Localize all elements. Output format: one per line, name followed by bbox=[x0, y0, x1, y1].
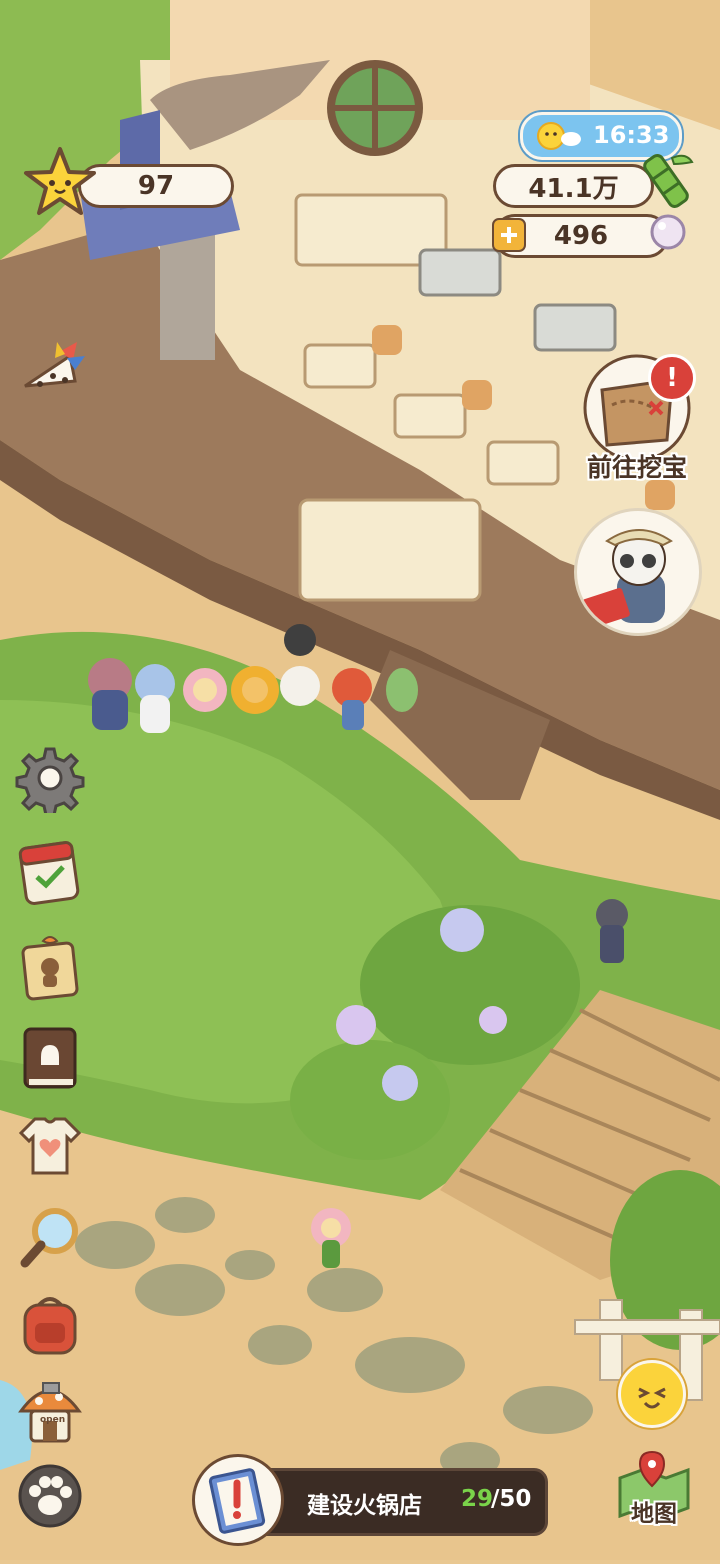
pinwheel-button[interactable] bbox=[14, 335, 86, 407]
pinwheel-icon bbox=[24, 342, 85, 388]
mushroom-shop-icon bbox=[18, 1382, 82, 1443]
wardrobe-button[interactable] bbox=[14, 1110, 86, 1182]
task-clipboard-badge[interactable] bbox=[192, 1454, 284, 1546]
treasure-hunt-button[interactable]: ! 前往挖宝 bbox=[572, 350, 702, 482]
treasure-alert-badge: ! bbox=[648, 354, 696, 402]
map-label: 地图 bbox=[631, 1501, 677, 1527]
bamboo-currency-icon bbox=[643, 154, 694, 208]
clipboard-alert-icon bbox=[208, 1468, 266, 1534]
search-button[interactable] bbox=[14, 1200, 86, 1272]
explorer-panda-icon bbox=[582, 529, 673, 628]
treasure-hunt-label: 前往挖宝 bbox=[586, 453, 687, 482]
weather-sun-cloud-icon bbox=[537, 122, 581, 150]
map-button[interactable]: 地图 bbox=[612, 1448, 696, 1532]
task-progress-total: /50 bbox=[491, 1486, 532, 1512]
tshirt-heart-icon bbox=[18, 1117, 82, 1175]
backpack-button[interactable] bbox=[14, 1290, 86, 1362]
calendar-button[interactable] bbox=[14, 836, 86, 908]
money-amount: 41.1万 bbox=[493, 164, 654, 208]
task-title: 建设火锅店 bbox=[307, 1493, 422, 1519]
alert-mark: ! bbox=[666, 363, 678, 393]
paw-button[interactable] bbox=[14, 1460, 86, 1532]
gift-tag-icon bbox=[21, 936, 79, 1001]
star-count: 97 bbox=[78, 164, 234, 208]
settings-button[interactable] bbox=[14, 742, 86, 814]
task-progress-current: 29 bbox=[461, 1486, 494, 1512]
settings-gear-icon bbox=[15, 747, 85, 813]
shop-button[interactable]: open bbox=[14, 1376, 86, 1448]
star-icon bbox=[24, 147, 96, 215]
explorer-character-bubble[interactable] bbox=[574, 508, 702, 636]
clock-time: 16:33 bbox=[593, 121, 670, 149]
add-pearls-button[interactable] bbox=[492, 218, 526, 252]
backpack-icon bbox=[23, 1297, 77, 1355]
smiley-emote-button[interactable] bbox=[618, 1360, 686, 1428]
recipe-book-icon bbox=[23, 1027, 77, 1089]
gift-tag-button[interactable] bbox=[14, 930, 86, 1002]
pearl-icon bbox=[650, 214, 686, 250]
recipe-book-button[interactable] bbox=[14, 1022, 86, 1094]
plus-icon bbox=[501, 227, 517, 243]
shop-sign-label: open bbox=[40, 1415, 66, 1425]
calendar-checklist-icon bbox=[18, 841, 80, 905]
magnifier-icon bbox=[20, 1208, 78, 1268]
paw-icon bbox=[18, 1464, 82, 1528]
smiley-face-icon bbox=[638, 1387, 666, 1409]
